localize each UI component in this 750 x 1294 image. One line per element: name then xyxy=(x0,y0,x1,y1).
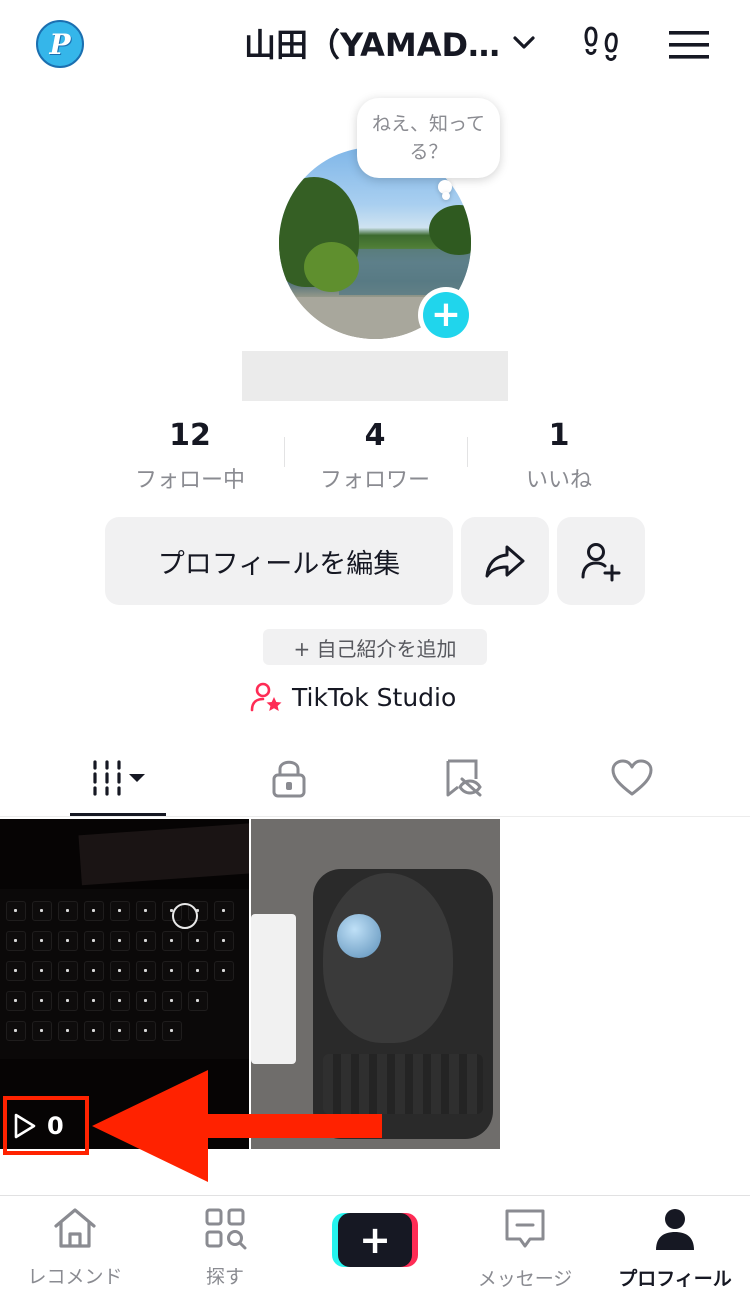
add-avatar-button[interactable]: + xyxy=(418,287,474,343)
edit-profile-button[interactable]: プロフィールを編集 xyxy=(105,517,453,605)
edit-profile-label: プロフィールを編集 xyxy=(157,548,401,580)
add-friend-button[interactable] xyxy=(557,517,645,605)
add-bio-button[interactable]: + 自己紹介を追加 xyxy=(263,629,487,665)
bubble-text: ねえ、知ってる？ xyxy=(371,113,486,163)
chevron-down-icon xyxy=(513,36,535,49)
explore-icon xyxy=(205,1208,247,1250)
followers-count: 4 xyxy=(364,418,386,453)
nav-explore[interactable]: 探す xyxy=(150,1206,300,1289)
nav-messages-label: メッセージ xyxy=(477,1268,573,1290)
heart-icon xyxy=(611,759,653,796)
nav-home-label: レコメンド xyxy=(27,1266,123,1288)
tab-private[interactable] xyxy=(241,750,337,806)
plus-icon: + xyxy=(423,292,469,338)
annotation-arrow xyxy=(92,1070,382,1182)
tiktok-studio-link[interactable]: TikTok Studio xyxy=(250,678,456,716)
followers-label: フォロワー xyxy=(319,468,430,493)
thought-bubble[interactable]: ねえ、知ってる？ xyxy=(357,98,500,178)
lock-icon xyxy=(272,760,306,798)
tab-liked[interactable] xyxy=(584,750,680,806)
nav-messages[interactable]: メッセージ xyxy=(450,1206,600,1291)
stat-divider xyxy=(467,437,468,467)
display-name-redacted xyxy=(242,351,508,401)
hidden-tag-icon xyxy=(446,759,482,797)
tiktok-studio-label: TikTok Studio xyxy=(292,682,457,712)
grid-filter-icon xyxy=(93,760,145,796)
share-arrow-icon xyxy=(485,545,525,578)
following-label: フォロー中 xyxy=(134,468,245,493)
tab-reposts[interactable] xyxy=(416,750,512,806)
following-stat[interactable]: 12 フォロー中 xyxy=(100,416,280,494)
likes-label: いいね xyxy=(525,468,592,493)
play-count: 0 xyxy=(47,1111,64,1140)
create-button[interactable]: + xyxy=(332,1213,418,1267)
following-count: 12 xyxy=(169,418,211,453)
message-icon xyxy=(505,1209,545,1248)
nav-explore-label: 探す xyxy=(205,1266,244,1288)
followers-stat[interactable]: 4 フォロワー xyxy=(285,416,465,494)
hamburger-menu-icon[interactable] xyxy=(668,28,710,62)
creator-star-icon xyxy=(250,682,282,712)
add-user-icon xyxy=(581,543,621,582)
tab-divider xyxy=(0,816,750,817)
add-bio-label: + 自己紹介を追加 xyxy=(293,636,457,661)
profile-icon xyxy=(656,1209,694,1250)
likes-stat[interactable]: 1 いいね xyxy=(469,416,649,494)
nav-profile-label: プロフィール xyxy=(618,1268,732,1290)
likes-count: 1 xyxy=(548,418,570,453)
share-profile-button[interactable] xyxy=(461,517,549,605)
bubble-tail-small xyxy=(442,192,450,200)
footprint-icon[interactable] xyxy=(582,24,624,66)
create-plus-icon: + xyxy=(338,1213,412,1267)
app-logo[interactable]: P xyxy=(36,20,84,68)
username-label: 山田（YAMAD… xyxy=(244,26,501,64)
logo-letter: P xyxy=(49,27,71,61)
account-switcher[interactable]: 山田（YAMAD… xyxy=(244,20,538,66)
play-icon xyxy=(14,1113,36,1138)
nav-profile[interactable]: プロフィール xyxy=(600,1206,750,1291)
nav-home[interactable]: レコメンド xyxy=(0,1206,150,1289)
home-icon xyxy=(54,1208,96,1248)
play-count-badge: 0 xyxy=(3,1096,89,1155)
tab-videos[interactable] xyxy=(70,750,166,806)
